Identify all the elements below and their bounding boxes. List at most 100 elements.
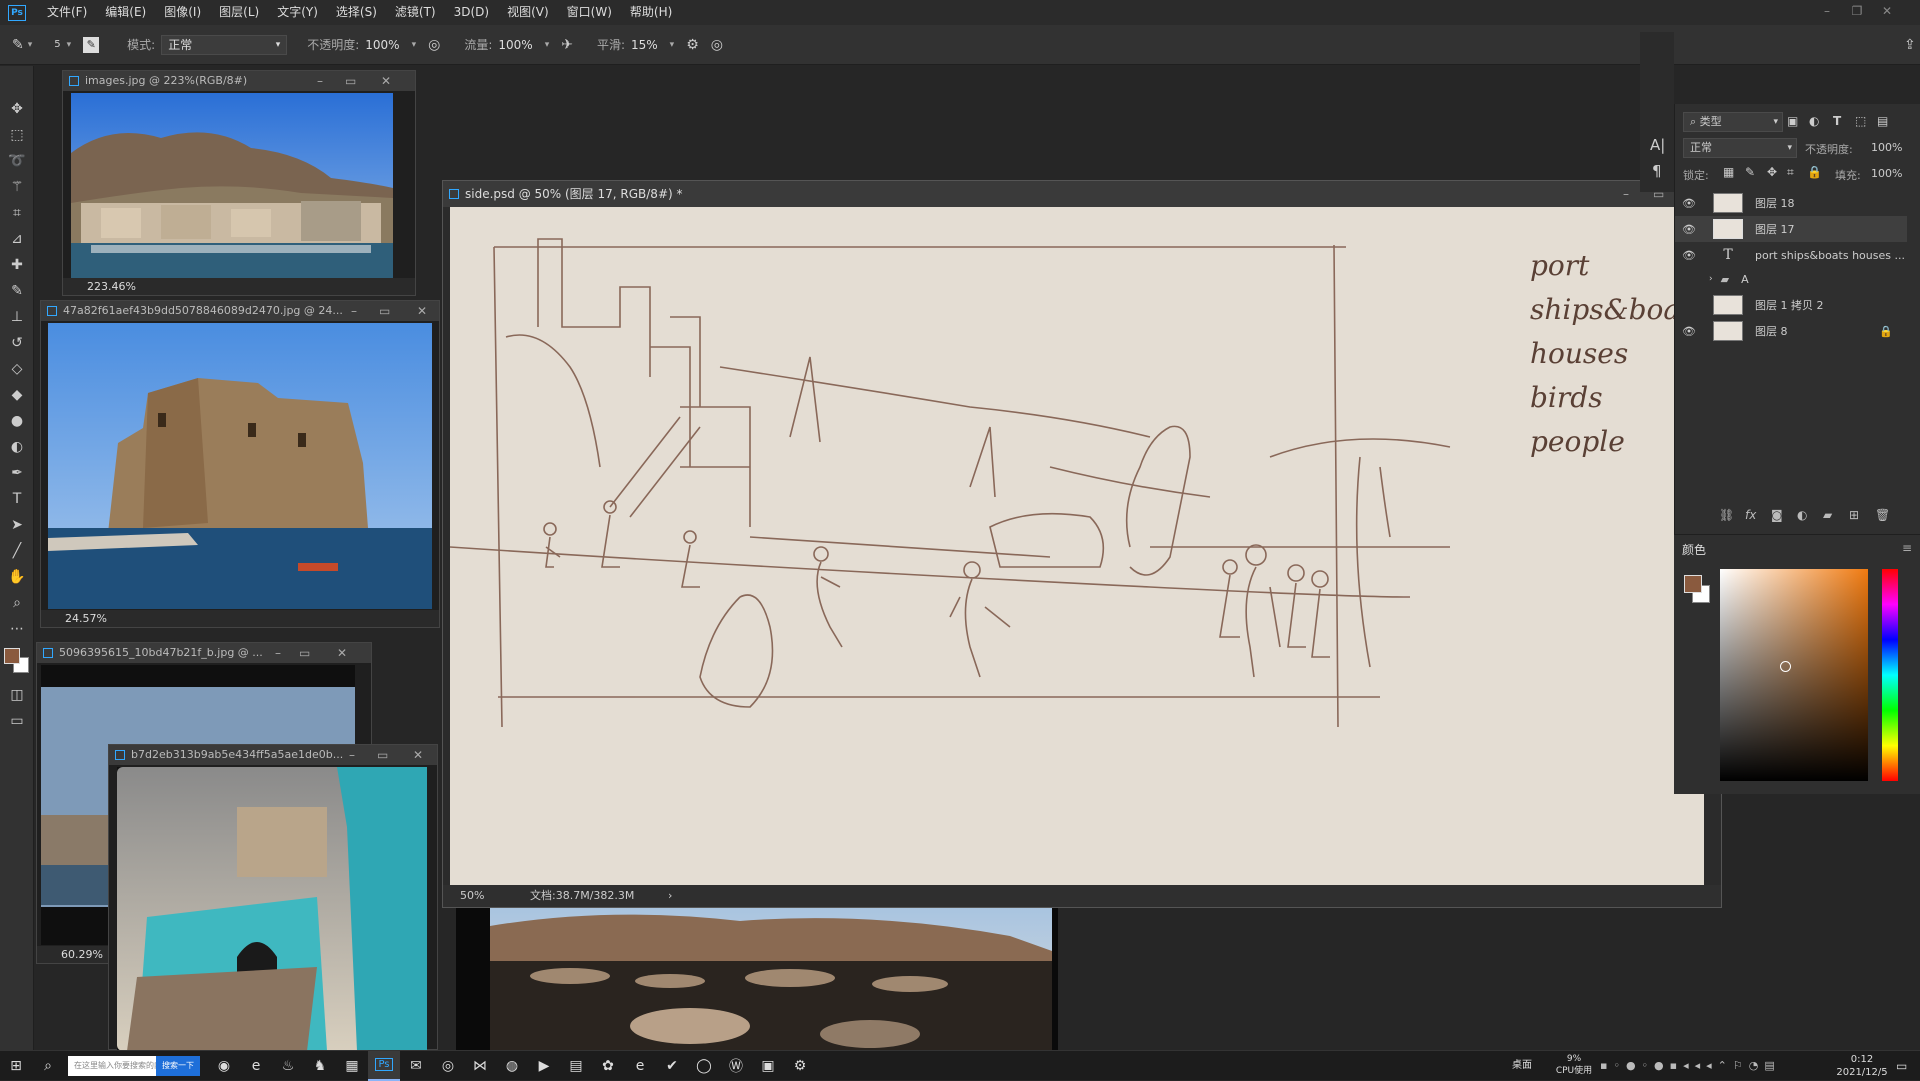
pressure-opacity-icon[interactable]: ◎ (428, 37, 440, 53)
restore-icon[interactable]: ▭ (299, 643, 310, 663)
restore-icon[interactable]: ▭ (377, 745, 388, 765)
eraser-icon[interactable]: ◇ (0, 356, 34, 382)
mode-select[interactable]: 正常 ▾ (161, 34, 288, 55)
close-icon[interactable]: ✕ (417, 301, 427, 321)
taskbar-search-input[interactable]: 在这里输入你要搜索的内容 (68, 1055, 156, 1076)
chevron-down-icon[interactable]: ▾ (545, 40, 550, 50)
app-icon[interactable]: ▦ (336, 1051, 368, 1081)
app-icon[interactable]: ◎ (432, 1051, 464, 1081)
fill-input[interactable]: 100% (1871, 167, 1902, 180)
chevron-down-icon[interactable]: ▾ (412, 40, 417, 50)
pressure-size-icon[interactable]: ◎ (711, 37, 723, 53)
menu-view[interactable]: 视图(V) (498, 0, 558, 25)
layer-opacity-input[interactable]: 100% (1871, 141, 1902, 154)
trash-icon[interactable]: 🗑 (1875, 508, 1890, 522)
layer-row[interactable]: 👁 图层 8 🔒 (1675, 318, 1907, 344)
restore-icon[interactable]: ▭ (345, 71, 356, 91)
doc-window-castle[interactable]: 47a82f61aef43b9dd5078846089d2470.jpg @ 2… (40, 300, 440, 628)
app-icon[interactable]: ◍ (496, 1051, 528, 1081)
marquee-icon[interactable]: ⬚ (0, 122, 34, 148)
media-player-icon[interactable]: ▶ (528, 1051, 560, 1081)
type-icon[interactable]: T (0, 486, 34, 512)
windows-start-icon[interactable]: ⊞ (0, 1051, 32, 1081)
bucket-icon[interactable]: ◆ (0, 382, 34, 408)
menu-filter[interactable]: 滤镜(T) (386, 0, 445, 25)
app-icon[interactable]: ♞ (304, 1051, 336, 1081)
visibility-eye-icon[interactable]: 👁 (1679, 325, 1699, 338)
visibility-eye-icon[interactable]: 👁 (1679, 249, 1699, 262)
chevron-down-icon[interactable]: ▾ (67, 40, 72, 50)
line-icon[interactable]: ╱ (0, 538, 34, 564)
doc-title-bar[interactable]: 47a82f61aef43b9dd5078846089d2470.jpg @ 2… (41, 301, 439, 321)
hue-slider[interactable] (1882, 569, 1898, 781)
minimize-icon[interactable]: – (317, 71, 323, 91)
brush-panel-icon[interactable]: ✎ (83, 36, 100, 53)
minimize-icon[interactable]: – (349, 745, 355, 765)
zoom-level[interactable]: 50% (460, 885, 484, 907)
app-icon[interactable]: Ⓦ (720, 1051, 752, 1081)
fx-icon[interactable]: fx (1745, 508, 1756, 522)
menu-3d[interactable]: 3D(D) (445, 0, 498, 25)
edge-icon[interactable]: e (240, 1051, 272, 1081)
menu-edit[interactable]: 编辑(E) (96, 0, 155, 25)
dodge-icon[interactable]: ◐ (0, 434, 34, 460)
minimize-icon[interactable]: – (1623, 181, 1629, 207)
menu-file[interactable]: 文件(F) (38, 0, 96, 25)
edge-icon[interactable]: e (624, 1051, 656, 1081)
hand-icon[interactable]: ✋ (0, 564, 34, 590)
chevron-right-icon[interactable]: › (1709, 274, 1713, 284)
link-layers-icon[interactable]: ⛓ (1719, 508, 1734, 522)
app-icon[interactable]: ◯ (688, 1051, 720, 1081)
zoom-icon[interactable]: ⌕ (0, 590, 34, 616)
layer-row[interactable]: 图层 1 拷贝 2 (1675, 292, 1907, 318)
filter-adjustment-icon[interactable]: ◐ (1809, 114, 1819, 128)
app-icon[interactable]: ⚙ (784, 1051, 816, 1081)
layer-filter-select[interactable]: ⌕ 类型 ▾ (1683, 112, 1783, 132)
minimize-icon[interactable]: – (275, 643, 281, 663)
new-layer-icon[interactable]: ⊞ (1849, 508, 1859, 522)
chevron-down-icon[interactable]: ▾ (670, 40, 675, 50)
more-icon[interactable]: ⋯ (0, 616, 34, 642)
steam-icon[interactable]: ♨ (272, 1051, 304, 1081)
adjustment-layer-icon[interactable]: ◐ (1797, 508, 1807, 522)
flow-input[interactable]: 100% (498, 38, 532, 52)
desktop-label[interactable]: 桌面 (1512, 1051, 1532, 1081)
blend-mode-select[interactable]: 正常 ▾ (1683, 138, 1797, 158)
visibility-eye-icon[interactable]: 👁 (1679, 223, 1699, 236)
layer-row-selected[interactable]: 👁 图层 17 (1675, 216, 1907, 242)
close-icon[interactable]: ✕ (1874, 0, 1900, 25)
quick-mask-icon[interactable]: ◫ (0, 682, 34, 708)
share-icon[interactable]: ⇪ (1904, 37, 1916, 53)
crop-icon[interactable]: ⌗ (0, 200, 34, 226)
lock-artboard-icon[interactable]: ⌗ (1787, 165, 1794, 180)
path-select-icon[interactable]: ➤ (0, 512, 34, 538)
lock-position-icon[interactable]: ✥ (1767, 165, 1777, 179)
main-document-window[interactable]: side.psd @ 50% (图层 17, RGB/8#) * – ▭ por… (442, 180, 1722, 908)
menu-image[interactable]: 图像(I) (155, 0, 210, 25)
menu-window[interactable]: 窗口(W) (558, 0, 621, 25)
layer-row[interactable]: 👁 图层 18 (1675, 190, 1907, 216)
restore-icon[interactable]: ❐ (1844, 0, 1870, 25)
history-brush-icon[interactable]: ↺ (0, 330, 34, 356)
minimize-icon[interactable]: – (351, 301, 357, 321)
restore-icon[interactable]: ▭ (379, 301, 390, 321)
photoshop-taskbar-icon[interactable]: Ps (368, 1050, 400, 1081)
panel-menu-icon[interactable]: ≡ (1902, 541, 1912, 555)
close-icon[interactable]: ✕ (381, 71, 391, 91)
chevron-right-icon[interactable]: › (668, 885, 672, 907)
brush-icon[interactable]: ✎ (0, 278, 34, 304)
close-icon[interactable]: ✕ (337, 643, 347, 663)
magic-wand-icon[interactable]: ⚚ (0, 174, 34, 200)
lock-paint-icon[interactable]: ✎ (1745, 165, 1755, 179)
airbrush-icon[interactable]: ✈ (561, 37, 573, 53)
filter-pixel-icon[interactable]: ▣ (1787, 114, 1798, 128)
filter-shape-icon[interactable]: ⬚ (1855, 114, 1866, 128)
taskbar-search-button[interactable]: 搜索一下 (156, 1055, 200, 1076)
doc-window-images[interactable]: images.jpg @ 223%(RGB/8#) – ▭ ✕ 223.46% (62, 70, 416, 296)
layer-row[interactable]: › ▰ A (1675, 266, 1907, 292)
healing-icon[interactable]: ✚ (0, 252, 34, 278)
doc-title-bar[interactable]: b7d2eb313b9ab5e434ff5a5ae1de0b... – ▭ ✕ (109, 745, 437, 765)
menu-help[interactable]: 帮助(H) (621, 0, 681, 25)
move-icon[interactable]: ✥ (0, 96, 34, 122)
app-icon[interactable]: ▤ (560, 1051, 592, 1081)
